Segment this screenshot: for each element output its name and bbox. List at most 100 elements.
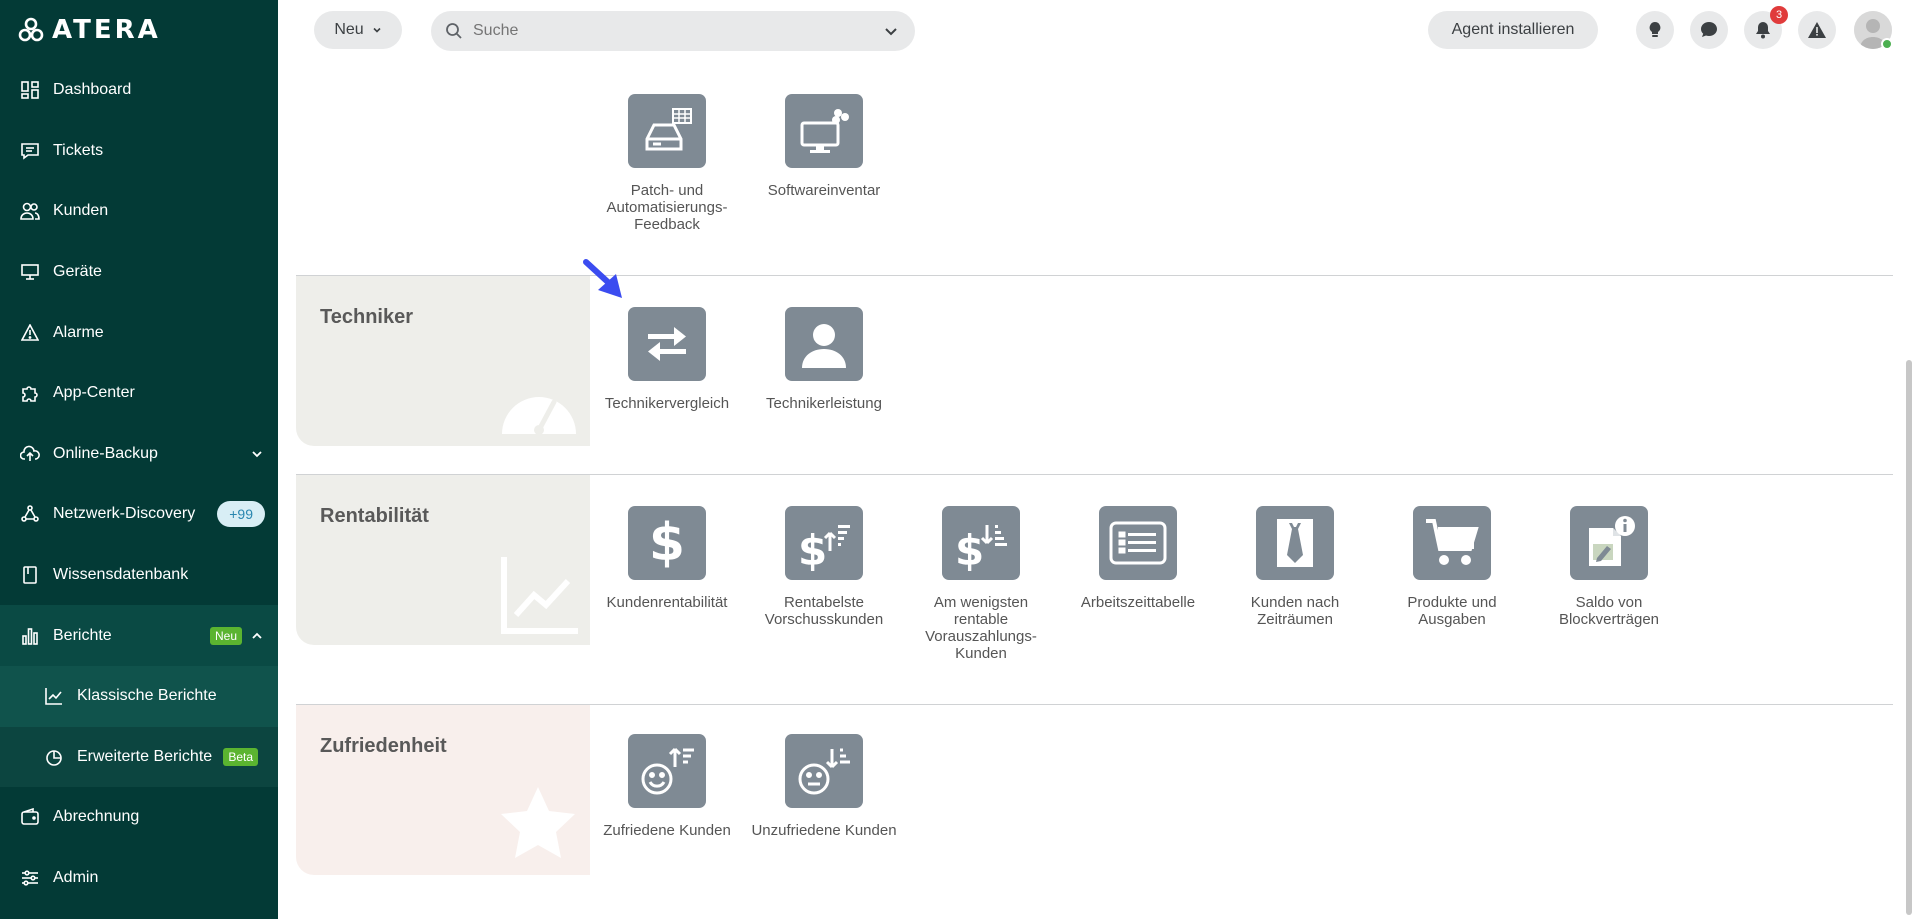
svg-text:$: $ xyxy=(955,526,984,571)
sidebar-item-devices[interactable]: Geräte xyxy=(0,242,278,303)
cart-icon xyxy=(1413,506,1491,580)
report-tile-products-expenses[interactable]: Produkte und Ausgaben xyxy=(1376,506,1528,628)
section-satisfaction: Zufriedenheit Zufriedene Kunden Unzufrie… xyxy=(296,704,1893,919)
sidebar-item-billing[interactable]: Abrechnung xyxy=(0,787,278,848)
report-tile-customers-by-period[interactable]: Kunden nach Zeiträumen xyxy=(1219,506,1371,628)
dollar-icon: $ xyxy=(628,506,706,580)
sidebar-item-label: Abrechnung xyxy=(53,808,140,826)
network-icon xyxy=(20,504,40,524)
section-panel: Techniker xyxy=(296,276,590,446)
book-icon xyxy=(20,565,40,585)
sidebar-item-label: Netzwerk-Discovery xyxy=(53,505,196,523)
tile-label: Softwareinventar xyxy=(767,182,881,199)
neutral-sort-down-icon xyxy=(785,734,863,808)
report-tile-technician-performance[interactable]: Technikerleistung xyxy=(748,307,900,412)
install-agent-button[interactable]: Agent installieren xyxy=(1428,11,1598,49)
tile-label: Technikerleistung xyxy=(766,395,882,412)
cloud-backup-icon xyxy=(20,444,40,464)
sidebar-item-label: Dashboard xyxy=(53,81,132,99)
sidebar-item-label: Geräte xyxy=(53,263,102,281)
sidebar-item-classic-reports[interactable]: Klassische Berichte xyxy=(0,665,278,727)
tile-label: Saldo von Blockverträgen xyxy=(1558,594,1660,628)
chat-button[interactable] xyxy=(1690,11,1728,49)
notifications-button[interactable]: 3 xyxy=(1744,6,1788,49)
tile-label: Kunden nach Zeiträumen xyxy=(1250,594,1340,628)
sidebar-item-label: Kunden xyxy=(53,202,109,220)
chat-icon xyxy=(1701,22,1717,37)
sidebar-item-tickets[interactable]: Tickets xyxy=(0,121,278,182)
line-chart-icon xyxy=(44,686,64,706)
report-tile-software-inventory[interactable]: Softwareinventar xyxy=(748,94,900,199)
atera-logo[interactable]: ATERA xyxy=(18,14,161,46)
section-title: Rentabilität xyxy=(320,505,429,527)
report-tile-patch-feedback[interactable]: Patch- und Automatisierungs-Feedback xyxy=(591,94,743,233)
sidebar-item-reports[interactable]: Berichte Neu xyxy=(0,605,278,666)
tile-label: Arbeitszeittabelle xyxy=(1080,594,1196,611)
report-tile-technician-comparison[interactable]: Technikervergleich xyxy=(591,307,743,412)
reports-content: Patch- und Automatisierungs-Feedback Sof… xyxy=(296,60,1893,919)
sidebar-item-knowledge-base[interactable]: Wissensdatenbank xyxy=(0,545,278,606)
chevron-down-icon[interactable] xyxy=(883,23,899,39)
svg-text:$: $ xyxy=(798,526,827,571)
ideas-button[interactable] xyxy=(1636,11,1674,49)
logo-mark-icon xyxy=(18,17,44,42)
sidebar-item-label: Wissensdatenbank xyxy=(53,566,189,584)
vertical-scrollbar[interactable] xyxy=(1906,360,1912,915)
beta-badge: Beta xyxy=(223,747,258,766)
tile-label: Kundenrentabilität xyxy=(606,594,728,611)
top-bar: Neu Agent installieren 3 xyxy=(278,0,1920,60)
patch-feedback-icon xyxy=(628,94,706,168)
sidebar-item-advanced-reports[interactable]: Erweiterte Berichte Beta xyxy=(0,727,278,788)
report-tile-timesheet[interactable]: Arbeitszeittabelle xyxy=(1062,506,1214,611)
alerts-icon xyxy=(20,323,40,343)
sidebar-nav: Dashboard Tickets Kunden Geräte Alarme A… xyxy=(0,60,278,908)
customer-tie-icon xyxy=(1256,506,1334,580)
lightbulb-icon xyxy=(1649,22,1661,37)
sidebar-item-admin[interactable]: Admin xyxy=(0,848,278,909)
tickets-icon xyxy=(20,141,40,161)
tile-label: Technikervergleich xyxy=(604,395,730,412)
contract-info-icon xyxy=(1570,506,1648,580)
sliders-icon xyxy=(20,868,40,888)
person-icon xyxy=(785,307,863,381)
sidebar-item-label: Alarme xyxy=(53,323,104,341)
sidebar-item-customers[interactable]: Kunden xyxy=(0,181,278,242)
new-button[interactable]: Neu xyxy=(314,11,402,49)
alerts-button[interactable] xyxy=(1798,11,1836,49)
report-tile-unsatisfied-customers[interactable]: Unzufriedene Kunden xyxy=(748,734,900,839)
chevron-down-icon xyxy=(373,27,381,33)
timesheet-icon xyxy=(1099,506,1177,580)
count-badge: +99 xyxy=(217,501,265,528)
dollar-sort-up-icon: $ xyxy=(785,506,863,580)
section-technicians: Techniker Technikervergleich Technikerle… xyxy=(296,275,1893,460)
search-input[interactable] xyxy=(473,22,853,40)
software-inventory-icon xyxy=(785,94,863,168)
section-title: Zufriedenheit xyxy=(320,735,447,757)
report-tile-satisfied-customers[interactable]: Zufriedene Kunden xyxy=(591,734,743,839)
sidebar-item-online-backup[interactable]: Online-Backup xyxy=(0,424,278,485)
chevron-up-icon[interactable] xyxy=(250,629,264,643)
chevron-down-icon[interactable] xyxy=(250,447,264,461)
reports-submenu: Klassische Berichte Erweiterte Berichte … xyxy=(0,665,278,788)
report-tile-block-contract-balance[interactable]: Saldo von Blockverträgen xyxy=(1533,506,1685,628)
dashboard-icon xyxy=(20,80,40,100)
sidebar-item-network-discovery[interactable]: Netzwerk-Discovery +99 xyxy=(0,484,278,545)
report-tile-most-profitable-prepaid[interactable]: $ Rentabelste Vorschusskunden xyxy=(748,506,900,628)
sidebar-item-dashboard[interactable]: Dashboard xyxy=(0,60,278,121)
report-tile-least-profitable-prepaid[interactable]: $ Am wenigsten rentable Vorauszahlungs-K… xyxy=(905,506,1057,662)
devices-icon xyxy=(20,262,40,282)
tile-label: Patch- und Automatisierungs-Feedback xyxy=(606,182,728,233)
new-button-label: Neu xyxy=(334,21,364,38)
section-profitability: Rentabilität $ Kundenrentabilität $ Rent… xyxy=(296,474,1893,704)
pie-chart-icon xyxy=(44,747,64,767)
trend-chart-icon xyxy=(501,557,578,634)
sidebar-item-alerts[interactable]: Alarme xyxy=(0,302,278,363)
customers-icon xyxy=(20,201,40,221)
sidebar-item-app-center[interactable]: App-Center xyxy=(0,363,278,424)
speedometer-icon xyxy=(502,397,576,435)
bell-icon xyxy=(1756,22,1770,39)
search-bar[interactable] xyxy=(431,11,915,51)
section-panel: Zufriedenheit xyxy=(296,705,590,875)
report-tile-customer-profitability[interactable]: $ Kundenrentabilität xyxy=(591,506,743,611)
pointer-arrow-icon xyxy=(583,259,622,298)
